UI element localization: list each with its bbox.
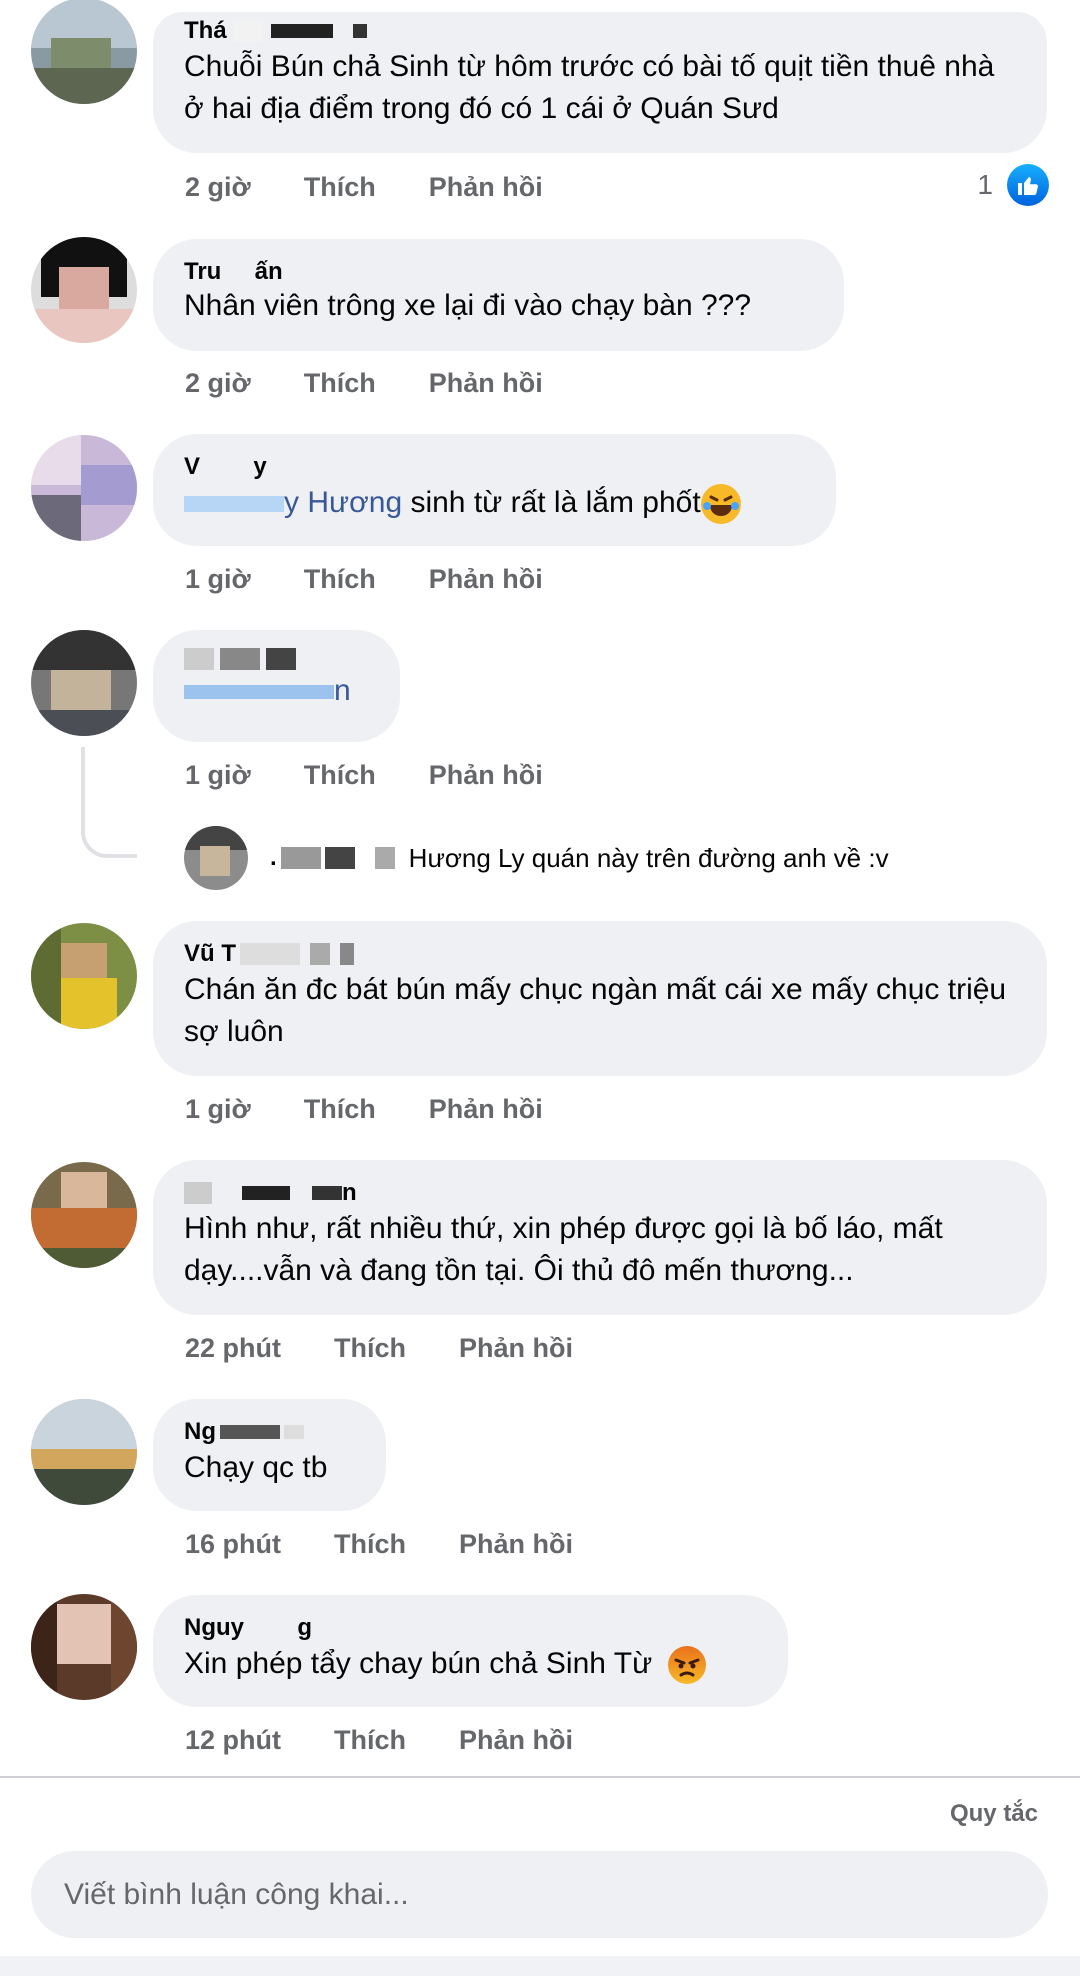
reply-button[interactable]: Phản hồi <box>429 1094 543 1125</box>
author-name[interactable]: Nguy g <box>184 1613 312 1643</box>
comment-text: n <box>184 670 370 712</box>
comment-bubble: V y y Hương sinh từ rất là lắm phốt <box>153 434 836 546</box>
reply-button[interactable]: Phản hồi <box>429 564 543 595</box>
comment-text: Hình như, rất nhiều thứ, xin phép được g… <box>184 1212 943 1287</box>
reply-button[interactable]: Phản hồi <box>459 1725 573 1756</box>
reply-author[interactable]: . <box>270 844 395 872</box>
reaction-count: 1 <box>977 169 993 200</box>
comment-time[interactable]: 2 giờ <box>185 172 251 203</box>
comment-time[interactable]: 1 giờ <box>185 760 251 791</box>
avatar[interactable] <box>31 1162 137 1268</box>
avatar[interactable] <box>31 1594 137 1700</box>
comment-time[interactable]: 2 giờ <box>185 368 251 399</box>
author-name[interactable]: n <box>342 1178 357 1208</box>
comment-bubble: n <box>153 630 400 742</box>
reply-button[interactable]: Phản hồi <box>459 1333 573 1364</box>
rules-link[interactable]: Quy tắc <box>950 1800 1038 1828</box>
comment-actions: 2 giờ Thích Phản hồi <box>185 172 543 203</box>
comment-text: Chán ăn đc bát bún mấy chục ngàn mất cái… <box>184 973 1007 1048</box>
avatar[interactable] <box>31 0 137 104</box>
like-button[interactable]: Thích <box>304 564 376 595</box>
mention-link[interactable]: y Hương <box>284 486 402 519</box>
comment-author[interactable]: Nguy g <box>184 1613 758 1643</box>
comment-bubble: Vũ T Chán ăn đc bát bún mấy chục ngàn mấ… <box>153 921 1047 1076</box>
comment-time[interactable]: 1 giờ <box>185 564 251 595</box>
comment-bubble: Thá Chuỗi Bún chả Sinh từ hôm trước có b… <box>153 12 1047 153</box>
comment-composer-input[interactable]: Viết bình luận công khai... <box>31 1851 1048 1938</box>
composer-placeholder: Viết bình luận công khai... <box>64 1877 409 1911</box>
comment-author[interactable]: n <box>184 1178 1017 1208</box>
comment-text-body: sinh từ rất là lắm phốt <box>402 486 701 519</box>
reply-text: Hương Ly quán này trên đường anh về :v <box>408 842 889 873</box>
comment-bubble: Nguy g Xin phép tẩy chay bún chả Sinh Từ <box>153 1595 788 1707</box>
comment-text: Chạy qc tb <box>184 1451 328 1484</box>
comment-time[interactable]: 1 giờ <box>185 1094 251 1125</box>
comment-actions: 22 phút Thích Phản hồi <box>185 1333 573 1364</box>
like-button[interactable]: Thích <box>304 368 376 399</box>
like-button[interactable]: Thích <box>334 1529 406 1560</box>
avatar[interactable] <box>31 923 137 1029</box>
comment-time[interactable]: 12 phút <box>185 1725 281 1756</box>
comment-text: Nhân viên trông xe lại đi vào chạy bàn ?… <box>184 289 752 322</box>
author-name[interactable]: Tru ấn <box>184 257 283 287</box>
comment-bubble: Tru ấn Nhân viên trông xe lại đi vào chạ… <box>153 239 844 351</box>
like-button[interactable]: Thích <box>304 1094 376 1125</box>
bottom-bar <box>0 1956 1080 1976</box>
author-name[interactable]: Vũ T <box>184 939 236 969</box>
comment-author[interactable]: Vũ T <box>184 939 1017 969</box>
comment-author[interactable]: V y <box>184 452 806 482</box>
reply-button[interactable]: Phản hồi <box>429 368 543 399</box>
comment-time[interactable]: 22 phút <box>185 1333 281 1364</box>
reply-preview[interactable]: . Hương Ly quán này trên đường anh về :v <box>184 826 889 890</box>
divider <box>0 1776 1080 1778</box>
avatar[interactable] <box>31 1399 137 1505</box>
laughing-emoji-icon <box>700 484 741 525</box>
comment-actions: 16 phút Thích Phản hồi <box>185 1529 573 1560</box>
comment-author[interactable]: Thá <box>184 16 1017 46</box>
comment-actions: 2 giờ Thích Phản hồi <box>185 368 543 399</box>
comment-actions: 12 phút Thích Phản hồi <box>185 1725 573 1756</box>
avatar[interactable] <box>31 435 137 541</box>
avatar[interactable] <box>184 826 248 890</box>
reaction-summary[interactable]: 1 <box>977 164 1049 206</box>
author-name[interactable]: Thá <box>184 16 227 46</box>
comment-text: Chuỗi Bún chả Sinh từ hôm trước có bài t… <box>184 50 995 125</box>
mention-link[interactable]: n <box>334 674 351 707</box>
like-button[interactable]: Thích <box>304 760 376 791</box>
comment-actions: 1 giờ Thích Phản hồi <box>185 760 543 791</box>
comment-actions: 1 giờ Thích Phản hồi <box>185 564 543 595</box>
like-button[interactable]: Thích <box>334 1725 406 1756</box>
comment-text: Xin phép tẩy chay bún chả Sinh Từ <box>184 1643 758 1685</box>
author-name[interactable]: Ng <box>184 1417 216 1447</box>
comment-author[interactable]: Tru ấn <box>184 257 814 287</box>
comment-time[interactable]: 16 phút <box>185 1529 281 1560</box>
reply-button[interactable]: Phản hồi <box>429 760 543 791</box>
comment-author[interactable] <box>184 648 370 670</box>
avatar[interactable] <box>31 630 137 736</box>
comment-bubble: n Hình như, rất nhiều thứ, xin phép được… <box>153 1160 1047 1315</box>
like-button[interactable]: Thích <box>334 1333 406 1364</box>
comment-bubble: Ng Chạy qc tb <box>153 1399 386 1511</box>
reply-button[interactable]: Phản hồi <box>459 1529 573 1560</box>
angry-emoji-icon <box>667 1645 707 1685</box>
like-thumb-icon <box>1007 164 1049 206</box>
comment-text: y Hương sinh từ rất là lắm phốt <box>184 482 806 525</box>
thread-connector <box>81 747 137 858</box>
avatar[interactable] <box>31 237 137 343</box>
like-button[interactable]: Thích <box>304 172 376 203</box>
reply-button[interactable]: Phản hồi <box>429 172 543 203</box>
comment-text-body: Xin phép tẩy chay bún chả Sinh Từ <box>184 1647 653 1680</box>
comment-actions: 1 giờ Thích Phản hồi <box>185 1094 543 1125</box>
comment-author[interactable]: Ng <box>184 1417 356 1447</box>
author-name[interactable]: V y <box>184 452 267 482</box>
